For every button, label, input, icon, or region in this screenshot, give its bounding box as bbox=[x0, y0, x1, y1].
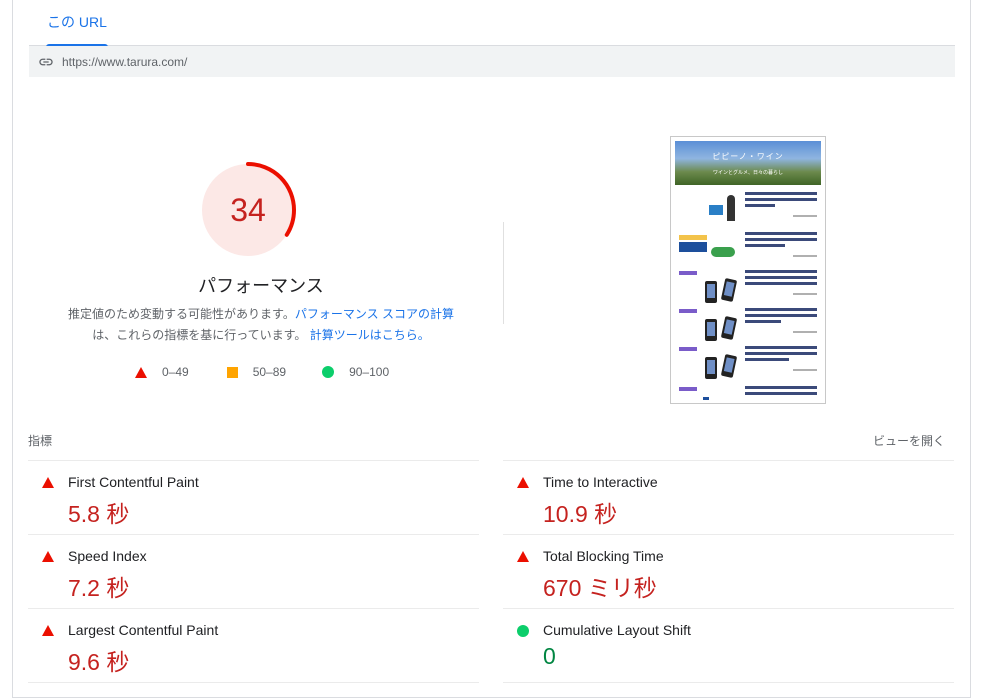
performance-title: パフォーマンス bbox=[198, 276, 324, 296]
metric-value: 670 ミリ秒 bbox=[543, 575, 657, 601]
triangle-icon bbox=[517, 551, 529, 562]
metrics-header: 指標 ビューを開く bbox=[28, 432, 945, 450]
desc-text-2: は、これらの指標を基に行っています。 bbox=[92, 328, 307, 342]
metric-name: Time to Interactive bbox=[543, 474, 658, 490]
desc-text-1: 推定値のため変動する可能性があります。 bbox=[68, 307, 295, 321]
metric-value: 7.2 秒 bbox=[68, 575, 130, 601]
metrics-title: 指標 bbox=[28, 434, 53, 448]
screenshot-post bbox=[679, 189, 819, 229]
screenshot-hero-title: ピピーノ・ワイン bbox=[712, 152, 784, 161]
screenshot-post bbox=[679, 267, 819, 307]
metric-total-blocking-time: Total Blocking Time 670 ミリ秒 bbox=[503, 534, 954, 608]
triangle-icon bbox=[42, 477, 54, 488]
metric-cumulative-layout-shift: Cumulative Layout Shift 0 bbox=[503, 608, 954, 682]
circle-icon bbox=[322, 366, 335, 378]
url-bar: https://www.tarura.com/ bbox=[29, 46, 955, 77]
metric-largest-contentful-paint: Largest Contentful Paint 9.6 秒 bbox=[28, 608, 479, 682]
divider bbox=[503, 682, 954, 683]
triangle-icon bbox=[42, 625, 54, 636]
triangle-icon bbox=[135, 366, 147, 378]
score-calc-link[interactable]: パフォーマンス スコアの計算 bbox=[295, 307, 454, 321]
screenshot-post bbox=[679, 343, 819, 383]
link-icon bbox=[38, 54, 54, 70]
triangle-icon bbox=[42, 551, 54, 562]
performance-description: 推定値のため変動する可能性があります。パフォーマンス スコアの計算 は、これらの… bbox=[61, 304, 461, 346]
tab-label: この URL bbox=[47, 14, 107, 30]
expand-view-toggle[interactable]: ビューを開く bbox=[873, 432, 945, 449]
screenshot-hero: ピピーノ・ワイン ワインとグルメ、日々の暮らし bbox=[675, 141, 821, 185]
divider bbox=[28, 682, 479, 683]
calculator-link[interactable]: 計算ツールはこちら。 bbox=[310, 328, 430, 342]
metric-name: Total Blocking Time bbox=[543, 548, 664, 564]
legend-range: 90–100 bbox=[349, 365, 390, 379]
screenshot-post bbox=[679, 383, 819, 403]
score-legend: 0–49 50–89 90–100 bbox=[135, 365, 389, 379]
metric-name: First Contentful Paint bbox=[68, 474, 199, 490]
section-divider bbox=[503, 222, 504, 324]
legend-range: 0–49 bbox=[162, 365, 189, 379]
square-icon bbox=[226, 366, 238, 378]
triangle-icon bbox=[517, 477, 529, 488]
legend-average: 50–89 bbox=[226, 365, 287, 379]
metric-name: Largest Contentful Paint bbox=[68, 622, 219, 638]
screenshot-post bbox=[679, 229, 819, 269]
metric-value: 9.6 秒 bbox=[68, 649, 130, 675]
tab-bar: この URL bbox=[29, 0, 955, 47]
performance-gauge[interactable]: 34 bbox=[200, 162, 310, 272]
metrics-column-left: First Contentful Paint 5.8 秒 Speed Index… bbox=[28, 460, 479, 683]
metric-first-contentful-paint: First Contentful Paint 5.8 秒 bbox=[28, 460, 479, 534]
screenshot-hero-subtitle: ワインとグルメ、日々の暮らし bbox=[712, 170, 783, 176]
metric-name: Speed Index bbox=[68, 548, 147, 564]
metrics-column-right: Time to Interactive 10.9 秒 Total Blockin… bbox=[503, 460, 954, 683]
legend-poor: 0–49 bbox=[135, 365, 189, 379]
legend-range: 50–89 bbox=[252, 365, 287, 379]
screenshot-post bbox=[679, 305, 819, 345]
metric-speed-index: Speed Index 7.2 秒 bbox=[28, 534, 479, 608]
tab-this-url[interactable]: この URL bbox=[46, 12, 108, 47]
page-screenshot: ピピーノ・ワイン ワインとグルメ、日々の暮らし bbox=[670, 136, 826, 404]
metric-time-to-interactive: Time to Interactive 10.9 秒 bbox=[503, 460, 954, 534]
circle-icon bbox=[517, 625, 529, 637]
metric-name: Cumulative Layout Shift bbox=[543, 622, 691, 638]
metric-value: 0 bbox=[543, 643, 556, 669]
legend-good: 90–100 bbox=[322, 365, 389, 379]
performance-score: 34 bbox=[230, 191, 266, 228]
analyzed-url: https://www.tarura.com/ bbox=[62, 54, 188, 69]
metric-value: 5.8 秒 bbox=[68, 501, 130, 527]
metric-value: 10.9 秒 bbox=[543, 501, 618, 527]
